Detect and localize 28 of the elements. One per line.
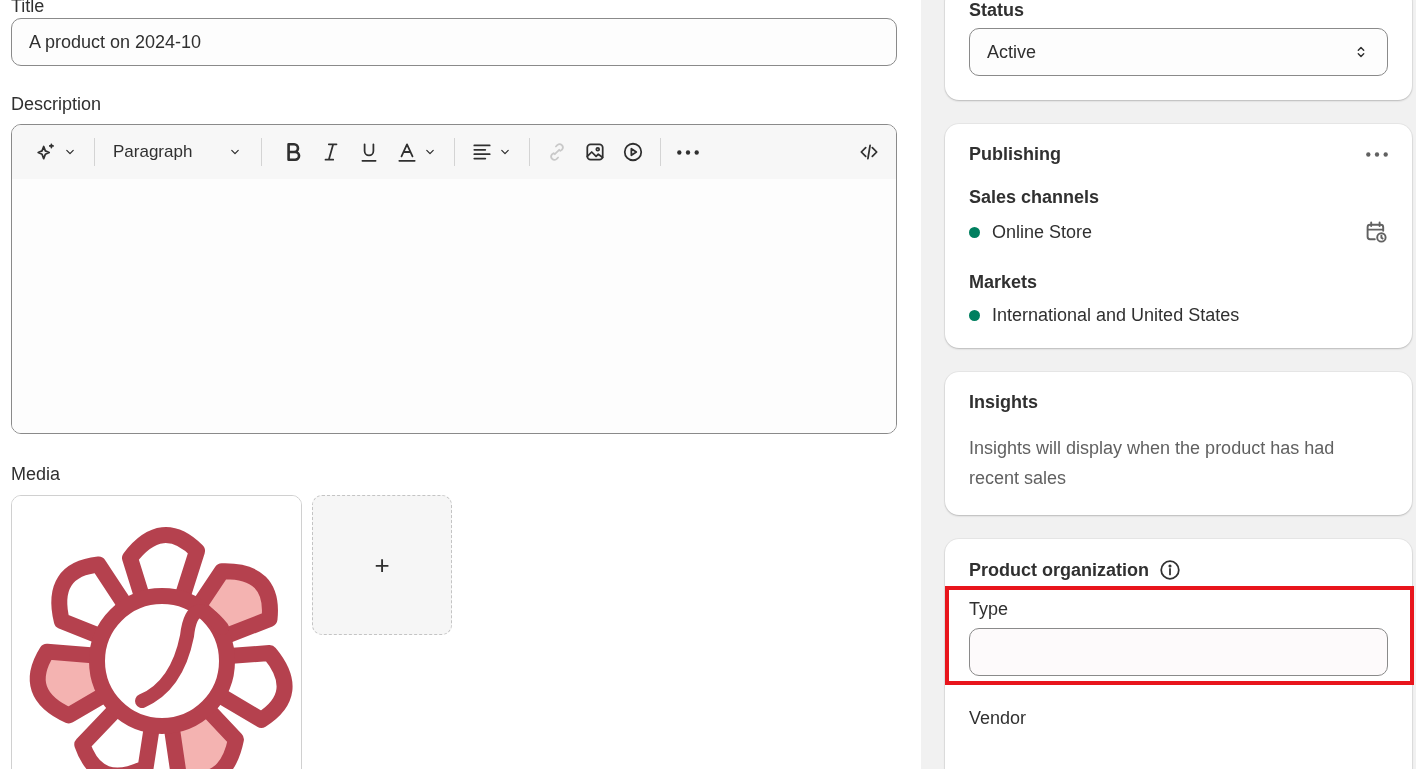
card-title: Insights [969,392,1039,413]
more-button[interactable] [1366,152,1388,157]
field-label: Type [969,599,1010,620]
channel-name: Online Store [992,221,1094,243]
card-title: Status [969,0,1025,20]
card-title: Publishing [969,144,1061,165]
card-title: Product organization [969,559,1149,581]
field-label: Vendor [969,708,1028,729]
status-select[interactable]: Active [969,28,1388,76]
channel-name: International and United States [992,305,1241,326]
title-field[interactable]: A product on 2024-10 [11,18,897,66]
paragraph-dropdown[interactable]: Paragraph [105,138,251,166]
info-icon [1159,559,1181,581]
type-field[interactable] [969,628,1388,676]
play-icon [622,141,644,163]
calendar-clock-icon [1364,220,1388,244]
schedule-button[interactable] [1364,220,1388,244]
section-label: Media [11,464,62,485]
more-icon [1366,152,1388,157]
section-heading: Sales channels [969,187,1101,208]
insights-text: Insights will display when the product has had recent sales [969,437,1336,490]
more-icon [677,149,699,155]
add-media-button[interactable]: + [312,495,452,635]
description-editor[interactable]: Paragraph [11,124,897,434]
image-icon [584,141,606,163]
text-color-icon [396,141,418,163]
field-label: Description [11,94,103,115]
section-heading: Markets [969,272,1039,293]
